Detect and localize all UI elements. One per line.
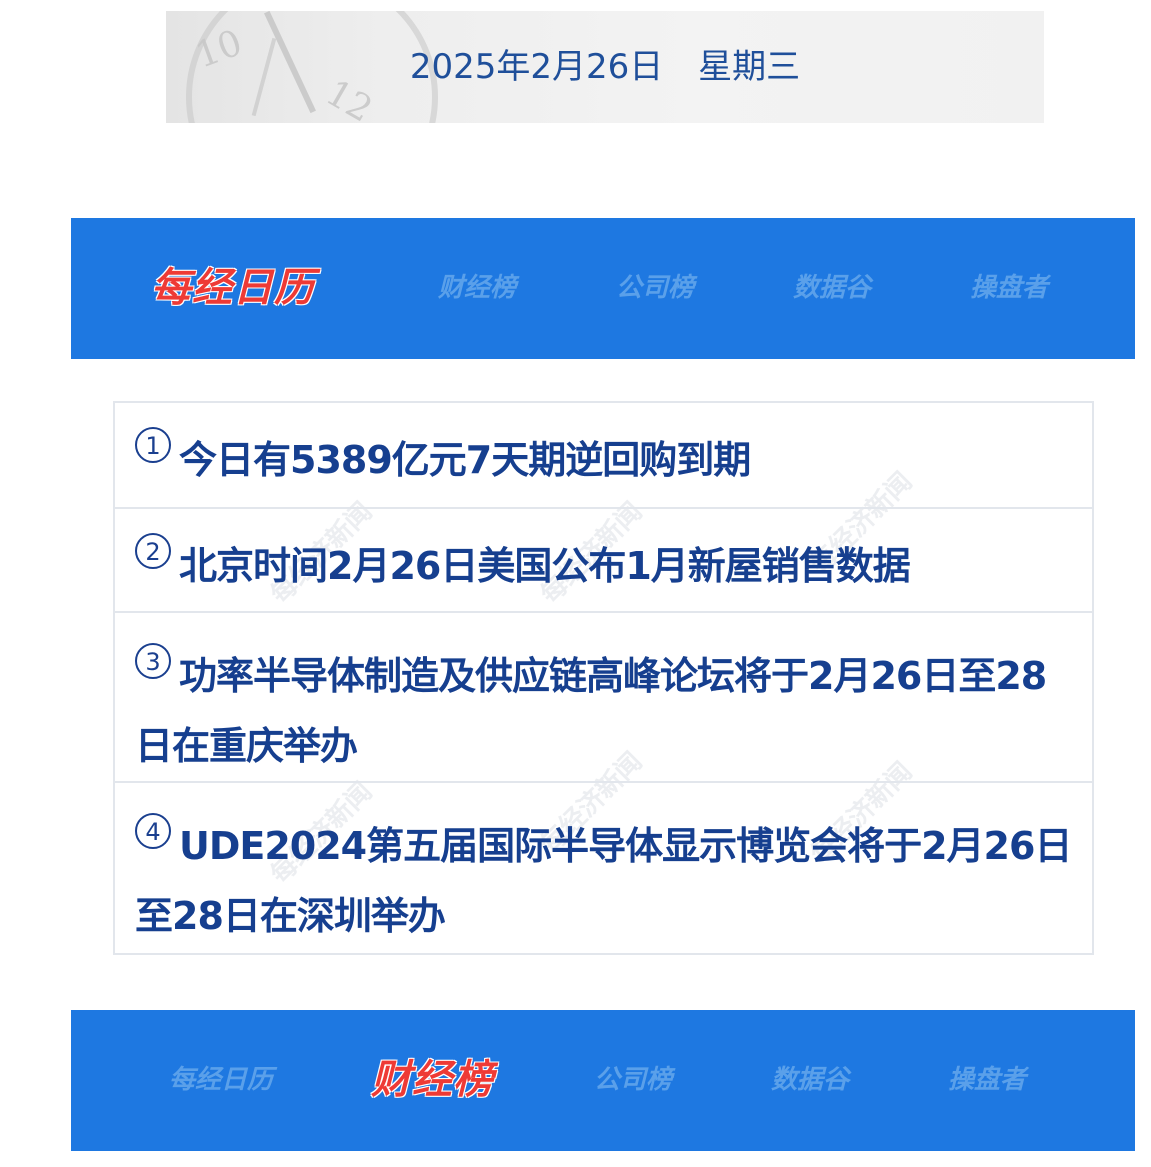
nav-item-caijing-bang[interactable]: 财经榜: [371, 1010, 494, 1151]
calendar-news-list: 每经济新闻 每经济新闻 每经济新闻 每经济新闻 每经济新闻 每经济新闻 1 今日有…: [113, 401, 1094, 955]
nav-item-gongsi-bang[interactable]: 公司榜: [616, 218, 694, 359]
nav-item-meijing-rili[interactable]: 每经日历: [169, 1010, 273, 1151]
item-number-badge: 1: [135, 427, 171, 463]
news-headline: 今日有5389亿元7天期逆回购到期: [179, 438, 751, 482]
nav-item-caopan-zhe[interactable]: 操盘者: [970, 218, 1048, 359]
nav-item-caopan-zhe[interactable]: 操盘者: [948, 1010, 1026, 1151]
date-display: 2025年2月26日 星期三: [166, 11, 1044, 123]
item-number-badge: 3: [135, 643, 171, 679]
news-headline: 北京时间2月26日美国公布1月新屋销售数据: [179, 544, 911, 588]
news-headline: UDE2024第五届国际半导体显示博览会将于2月26日至28日在深圳举办: [135, 824, 1072, 938]
date-value: 2025年2月26日: [409, 47, 664, 87]
news-item[interactable]: 3 功率半导体制造及供应链高峰论坛将于2月26日至28日在重庆举办: [115, 613, 1092, 783]
category-nav-bottom: 每经日历 财经榜 公司榜 数据谷 操盘者: [71, 1010, 1135, 1151]
nav-item-shuju-gu[interactable]: 数据谷: [793, 218, 871, 359]
news-item[interactable]: 2 北京时间2月26日美国公布1月新屋销售数据: [115, 509, 1092, 613]
weekday-value: 星期三: [698, 47, 801, 87]
nav-item-shuju-gu[interactable]: 数据谷: [771, 1010, 849, 1151]
nav-item-gongsi-bang[interactable]: 公司榜: [594, 1010, 672, 1151]
category-nav-top: 每经日历 财经榜 公司榜 数据谷 操盘者: [71, 218, 1135, 359]
item-number-badge: 2: [135, 533, 171, 569]
nav-item-meijing-rili[interactable]: 每经日历: [151, 218, 315, 359]
news-item[interactable]: 1 今日有5389亿元7天期逆回购到期: [115, 403, 1092, 509]
nav-item-caijing-bang[interactable]: 财经榜: [438, 218, 516, 359]
date-banner: 10 12 2025年2月26日 星期三: [166, 11, 1044, 123]
news-headline: 功率半导体制造及供应链高峰论坛将于2月26日至28日在重庆举办: [135, 654, 1047, 768]
item-number-badge: 4: [135, 813, 171, 849]
news-item[interactable]: 4 UDE2024第五届国际半导体显示博览会将于2月26日至28日在深圳举办: [115, 783, 1092, 953]
